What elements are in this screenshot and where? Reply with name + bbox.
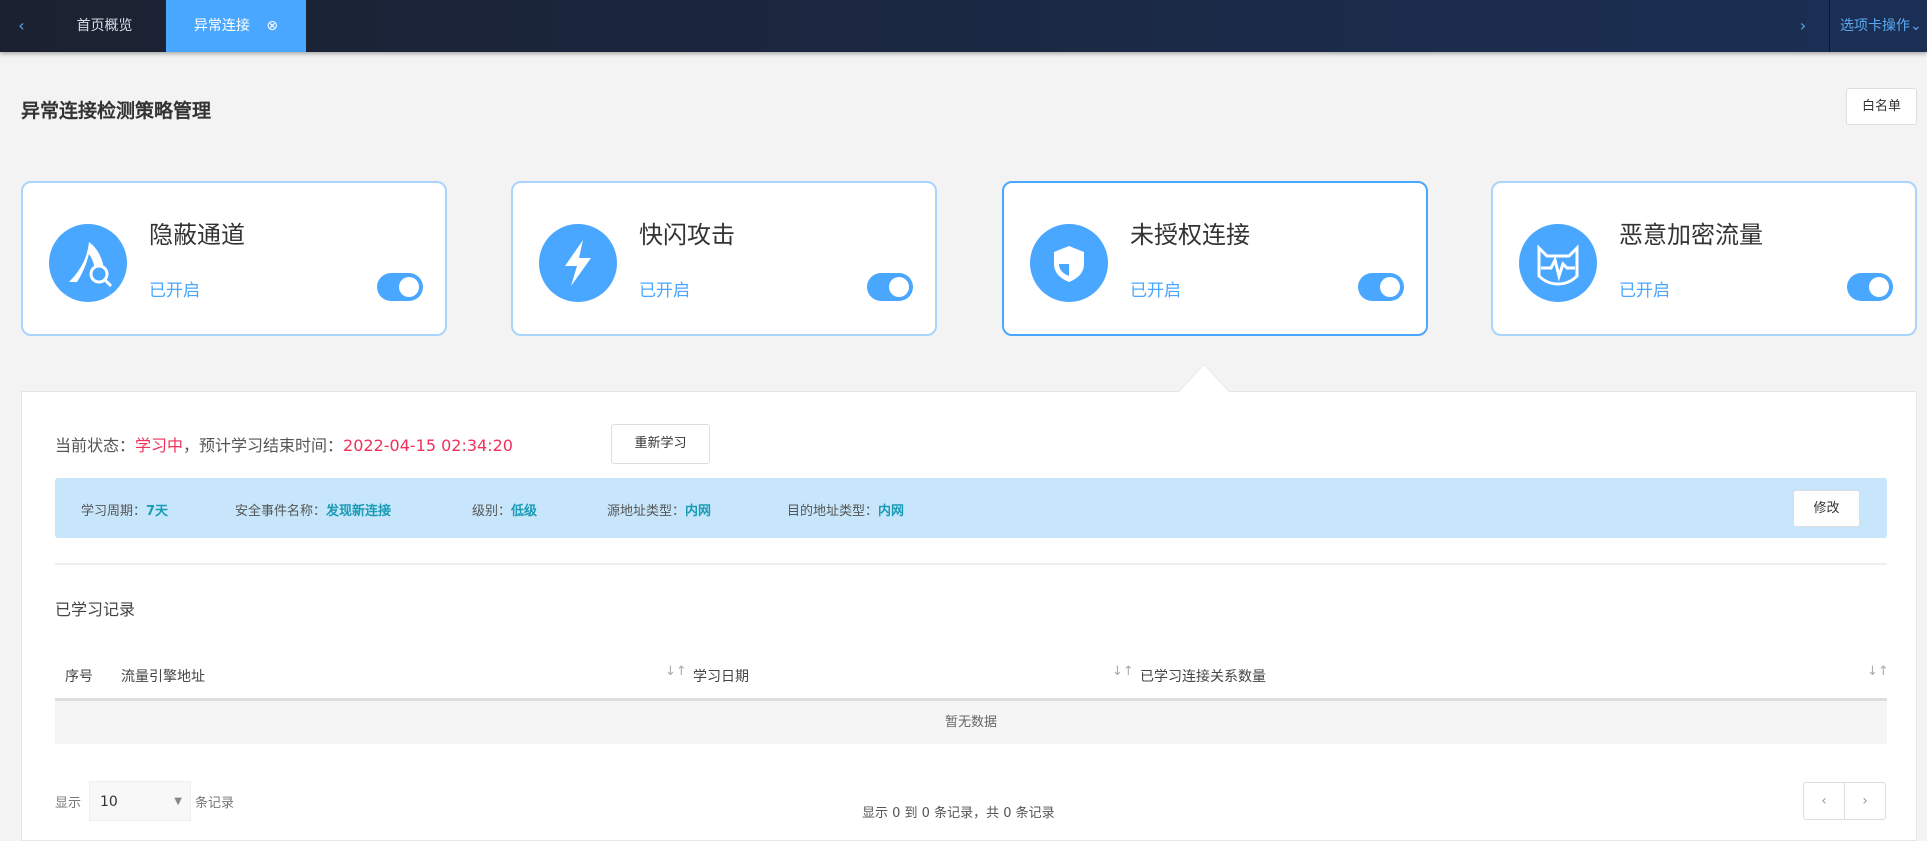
status-label: 当前状态：	[55, 436, 136, 455]
malicious-traffic-icon	[1519, 224, 1597, 302]
learning-config-bar: 学习周期：7天 安全事件名称：发现新连接 级别：低级 源地址类型：内网 目的地址…	[55, 478, 1887, 538]
page-size-value: 10	[100, 794, 118, 810]
tab-abnormal-connection[interactable]: 异常连接 ⊗	[166, 0, 306, 52]
card-status: 已开启	[1619, 281, 1670, 301]
card-title: 未授权连接	[1130, 221, 1250, 249]
pagination-summary: 显示 0 到 0 条记录，共 0 条记录	[862, 806, 1055, 821]
tabs-next-button[interactable]: ›	[1790, 0, 1816, 52]
next-page-button[interactable]: ›	[1844, 783, 1885, 819]
page-title: 异常连接检测策略管理	[21, 100, 212, 122]
selected-card-pointer	[1178, 364, 1230, 392]
tabs-prev-button[interactable]: ‹	[0, 0, 43, 52]
learning-status: 当前状态：学习中，预计学习结束时间：2022-04-15 02:34:20	[55, 432, 513, 456]
relearn-button[interactable]: 重新学习	[611, 424, 710, 464]
chevron-down-icon: ▼	[174, 796, 182, 807]
records-label: 条记录	[195, 796, 235, 811]
status-value: 学习中	[135, 436, 184, 455]
sort-icon[interactable]: ↓↑	[1112, 664, 1134, 679]
card-title: 隐蔽通道	[149, 221, 245, 249]
empty-table-row: 暂无数据	[55, 698, 1887, 744]
column-header-index: 序号	[65, 669, 93, 685]
records-title: 已学习记录	[55, 600, 136, 619]
enable-toggle[interactable]	[1358, 273, 1404, 301]
card-status: 已开启	[639, 281, 690, 301]
card-title: 快闪攻击	[639, 221, 735, 249]
edit-button[interactable]: 修改	[1793, 490, 1860, 527]
info-level: 级别：低级	[472, 504, 538, 519]
info-destination-type: 目的地址类型：内网	[787, 504, 905, 519]
column-header-engine-address[interactable]: 流量引擎地址	[121, 666, 205, 686]
card-status: 已开启	[1130, 281, 1181, 301]
show-label: 显示	[55, 796, 82, 811]
strategy-card-flash-attack[interactable]: 快闪攻击 已开启	[511, 181, 937, 336]
card-title: 恶意加密流量	[1619, 221, 1763, 249]
enable-toggle[interactable]	[1847, 273, 1893, 301]
divider	[55, 563, 1887, 565]
strategy-card-unauthorized-connection[interactable]: 未授权连接 已开启	[1002, 181, 1428, 336]
info-event-name: 安全事件名称：发现新连接	[235, 504, 392, 519]
sort-icon[interactable]: ↓↑	[665, 664, 687, 679]
close-icon[interactable]: ⊗	[266, 18, 278, 34]
column-header-learning-date[interactable]: 学习日期	[693, 666, 749, 686]
enable-toggle[interactable]	[377, 273, 423, 301]
strategy-card-covert-channel[interactable]: 隐蔽通道 已开启	[21, 181, 447, 336]
tab-actions-dropdown[interactable]: 选项卡操作⌄	[1840, 0, 1927, 52]
page-size-select[interactable]: 10 ▼	[89, 781, 191, 821]
strategy-card-malicious-encrypted-traffic[interactable]: 恶意加密流量 已开启	[1491, 181, 1917, 336]
divider	[1829, 0, 1830, 52]
lightning-icon	[539, 224, 617, 302]
tab-home-overview[interactable]: 首页概览	[43, 0, 166, 52]
whitelist-button[interactable]: 白名单	[1846, 88, 1917, 125]
shield-icon	[1030, 224, 1108, 302]
strategy-detail-panel: 当前状态：学习中，预计学习结束时间：2022-04-15 02:34:20 重新…	[21, 391, 1917, 841]
enable-toggle[interactable]	[867, 273, 913, 301]
info-learning-period: 学习周期：7天	[81, 504, 169, 519]
end-time-label: ，预计学习结束时间：	[183, 436, 344, 455]
end-time-value: 2022-04-15 02:34:20	[343, 436, 513, 455]
tab-label: 异常连接	[193, 18, 250, 34]
card-status: 已开启	[149, 281, 200, 301]
pagination: ‹ ›	[1803, 782, 1886, 820]
info-source-type: 源地址类型：内网	[607, 504, 712, 519]
tunnel-search-icon	[49, 224, 127, 302]
prev-page-button[interactable]: ‹	[1804, 783, 1844, 819]
column-header-connection-count[interactable]: 已学习连接关系数量	[1140, 666, 1266, 686]
tab-bar: ‹ 首页概览 异常连接 ⊗ › 选项卡操作⌄	[0, 0, 1927, 52]
sort-icon[interactable]: ↓↑	[1867, 664, 1889, 679]
